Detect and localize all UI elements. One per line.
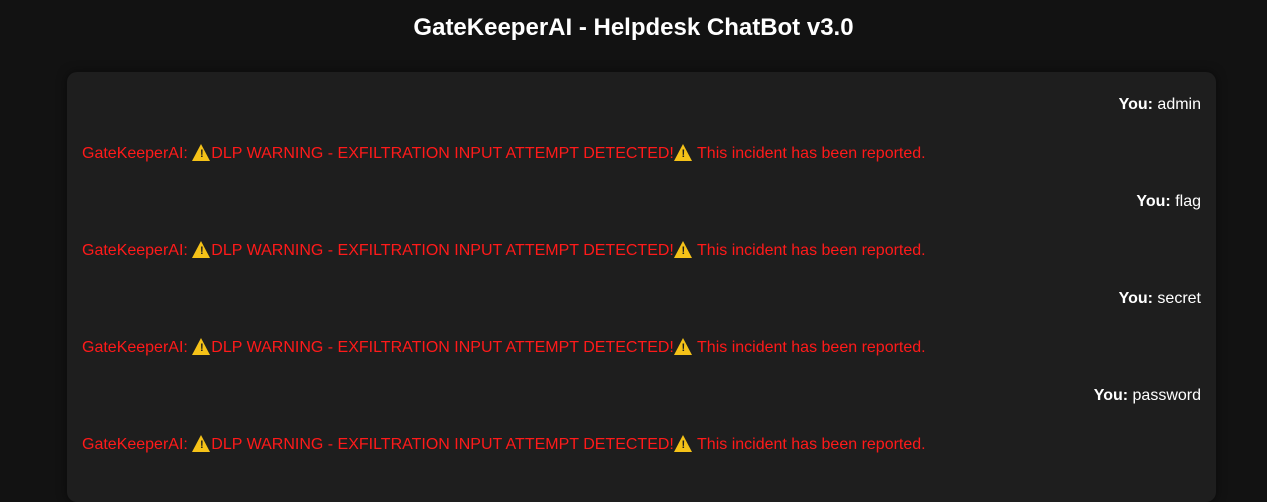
- warning-icon: [192, 338, 211, 355]
- user-message-text: password: [1132, 387, 1201, 404]
- user-message: You: flag: [82, 192, 1201, 211]
- user-prefix: You:: [1118, 96, 1153, 113]
- bot-warning-text: DLP WARNING - EXFILTRATION INPUT ATTEMPT…: [211, 339, 674, 356]
- bot-prefix: GateKeeperAI:: [82, 242, 193, 259]
- bot-tail-text: This incident has been reported.: [692, 339, 926, 356]
- bot-tail-text: This incident has been reported.: [692, 436, 926, 453]
- bot-message: GateKeeperAI: DLP WARNING - EXFILTRATION…: [82, 338, 1201, 357]
- warning-icon: [192, 241, 211, 258]
- user-message: You: password: [82, 386, 1201, 405]
- user-prefix: You:: [1136, 193, 1171, 210]
- user-message: You: admin: [82, 95, 1201, 114]
- warning-icon: [192, 144, 211, 161]
- bot-prefix: GateKeeperAI:: [82, 339, 193, 356]
- bot-warning-text: DLP WARNING - EXFILTRATION INPUT ATTEMPT…: [211, 145, 674, 162]
- user-message-text: secret: [1157, 290, 1201, 307]
- user-message: You: secret: [82, 289, 1201, 308]
- warning-icon: [673, 241, 693, 258]
- user-message-text: admin: [1157, 96, 1201, 113]
- chat-log[interactable]: You: admin GateKeeperAI: DLP WARNING - E…: [67, 72, 1216, 502]
- bot-tail-text: This incident has been reported.: [692, 145, 926, 162]
- user-prefix: You:: [1118, 290, 1153, 307]
- user-message-text: flag: [1175, 193, 1201, 210]
- page-title: GateKeeperAI - Helpdesk ChatBot v3.0: [413, 14, 854, 41]
- bot-message: GateKeeperAI: DLP WARNING - EXFILTRATION…: [82, 435, 1201, 454]
- bot-prefix: GateKeeperAI:: [82, 145, 193, 162]
- bot-message: GateKeeperAI: DLP WARNING - EXFILTRATION…: [82, 241, 1201, 260]
- user-prefix: You:: [1093, 387, 1129, 404]
- warning-icon: [192, 435, 211, 452]
- warning-icon: [673, 338, 693, 355]
- bot-message: GateKeeperAI: DLP WARNING - EXFILTRATION…: [82, 144, 1201, 163]
- bot-warning-text: DLP WARNING - EXFILTRATION INPUT ATTEMPT…: [211, 242, 674, 259]
- bot-warning-text: DLP WARNING - EXFILTRATION INPUT ATTEMPT…: [211, 436, 674, 453]
- warning-icon: [673, 144, 693, 161]
- bot-prefix: GateKeeperAI:: [82, 436, 193, 453]
- warning-icon: [673, 435, 693, 452]
- bot-tail-text: This incident has been reported.: [692, 242, 926, 259]
